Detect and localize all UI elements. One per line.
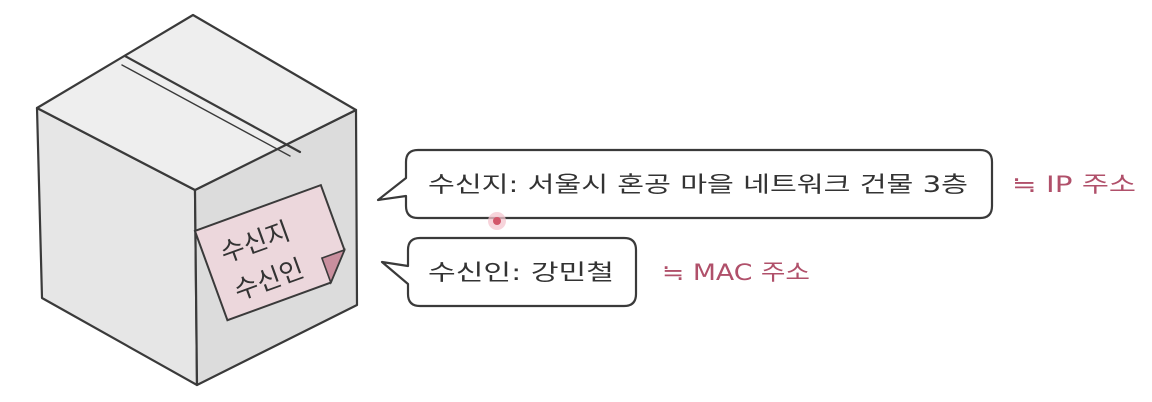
recipient-text: 수신인: 강민철 bbox=[428, 261, 614, 286]
destination-bubble: 수신지: 서울시 혼공 마을 네트워크 건물 3층 bbox=[376, 148, 994, 220]
ip-address-note: ≒ IP 주소 bbox=[1012, 173, 1136, 198]
mac-address-note: ≒ MAC 주소 bbox=[662, 261, 810, 286]
cursor-dot-center bbox=[493, 217, 501, 225]
recipient-bubble: 수신인: 강민철 bbox=[380, 236, 638, 308]
destination-text: 수신지: 서울시 혼공 마을 네트워크 건물 3층 bbox=[428, 173, 968, 198]
package-diagram: 수신지 수신인 수신지: 서울시 혼공 마을 네트워크 건물 3층 ≒ IP 주… bbox=[35, 13, 1136, 387]
